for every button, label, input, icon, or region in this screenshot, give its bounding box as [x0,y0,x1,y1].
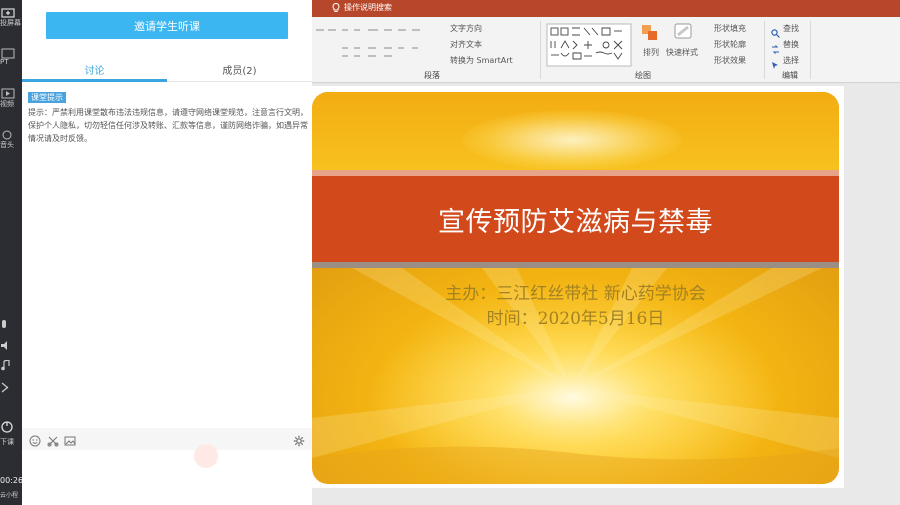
cast-icon[interactable] [1,4,15,18]
lightbulb-icon [332,2,340,12]
smile-icon[interactable] [29,432,41,447]
end-class-icon[interactable] [1,418,15,433]
share-icon[interactable] [1,378,15,393]
ribbon-search[interactable]: 操作说明搜索 [332,2,392,13]
quick-styles-button[interactable]: 快速样式 [666,47,698,58]
active-tab-indicator [22,79,167,82]
tab-members[interactable]: 成员(2) [167,58,312,81]
smartart-button[interactable]: 转换为 SmartArt [450,55,513,66]
strip-label-camera[interactable]: 音头 [0,140,22,150]
speaker-icon[interactable] [1,336,15,350]
slide-organizer-line[interactable]: 主办：三江红丝带社 新心药学协会 [312,279,839,304]
class-timer: 00:26 [0,476,22,485]
scissors-icon[interactable] [47,432,59,447]
app-strip: 投屏幕 PT 视频 音头 下课 00:26 云小程 [0,0,22,505]
ribbon-separator [540,21,541,79]
select-icon [771,55,780,74]
arrange-button[interactable]: 排列 [643,47,659,58]
tab-discussion[interactable]: 讨论 [22,58,167,81]
search-hint: 操作说明搜索 [344,3,392,12]
list-icon[interactable] [314,24,434,68]
text-direction-button[interactable]: 文字方向 [450,23,482,34]
notice-badge: 课堂提示 [28,92,66,103]
group-label-drawing: 绘图 [635,71,651,80]
shapes-gallery[interactable] [546,23,632,71]
mic-icon[interactable] [1,316,15,328]
invite-students-button[interactable]: 邀请学生听课 [46,12,288,39]
quick-styles-icon[interactable] [672,21,694,47]
slide-title[interactable]: 宣传预防艾滋病与禁毒 [438,200,713,239]
floating-dot [194,444,218,468]
camera-icon[interactable] [1,126,15,140]
group-label-paragraph: 段落 [424,71,440,80]
strip-label-end-class[interactable]: 下课 [0,437,22,447]
shape-outline-button[interactable]: 形状轮廓 [714,39,746,50]
image-icon[interactable] [64,432,76,446]
ppt-icon[interactable] [1,44,15,59]
strip-label-ppt[interactable]: PT [0,58,22,66]
ribbon: 文字方向 对齐文本 转换为 SmartArt 段落 排列 快速样式 形状填充 形… [312,17,900,83]
shape-effects-button[interactable]: 形状效果 [714,55,746,66]
music-icon[interactable] [1,356,15,371]
find-button[interactable]: 查找 [783,23,799,34]
align-text-button[interactable]: 对齐文本 [450,39,482,50]
ribbon-separator [810,21,811,79]
shape-fill-button[interactable]: 形状填充 [714,23,746,34]
timer-caption: 云小程 [0,492,19,499]
arrange-icon[interactable] [640,23,660,49]
title-band: 宣传预防艾滋病与禁毒 [312,176,839,262]
slide-light-glow [462,110,682,170]
strip-label-video[interactable]: 视频 [0,99,22,109]
ribbon-separator [764,21,765,79]
ribbon-title-bar [312,0,900,17]
notice-text: 提示：严禁利用课堂散布违法违规信息，请遵守网络课堂规范，注意言行文明，保护个人隐… [28,108,308,143]
replace-button[interactable]: 替换 [783,39,799,50]
slide-date-line[interactable]: 时间：2020年5月16日 [312,304,839,329]
group-label-editing: 编辑 [782,71,798,80]
gear-icon[interactable] [293,432,305,447]
slide-canvas[interactable]: 宣传预防艾滋病与禁毒 主办：三江红丝带社 新心药学协会 时间：2020年5月16… [312,92,839,484]
discussion-panel: 邀请学生听课 讨论 成员(2) 课堂提示 提示：严禁利用课堂散布违法违规信息，请… [22,0,312,505]
video-icon[interactable] [1,84,15,99]
strip-label-cast[interactable]: 投屏幕 [0,18,22,28]
select-button[interactable]: 选择 [783,55,799,66]
